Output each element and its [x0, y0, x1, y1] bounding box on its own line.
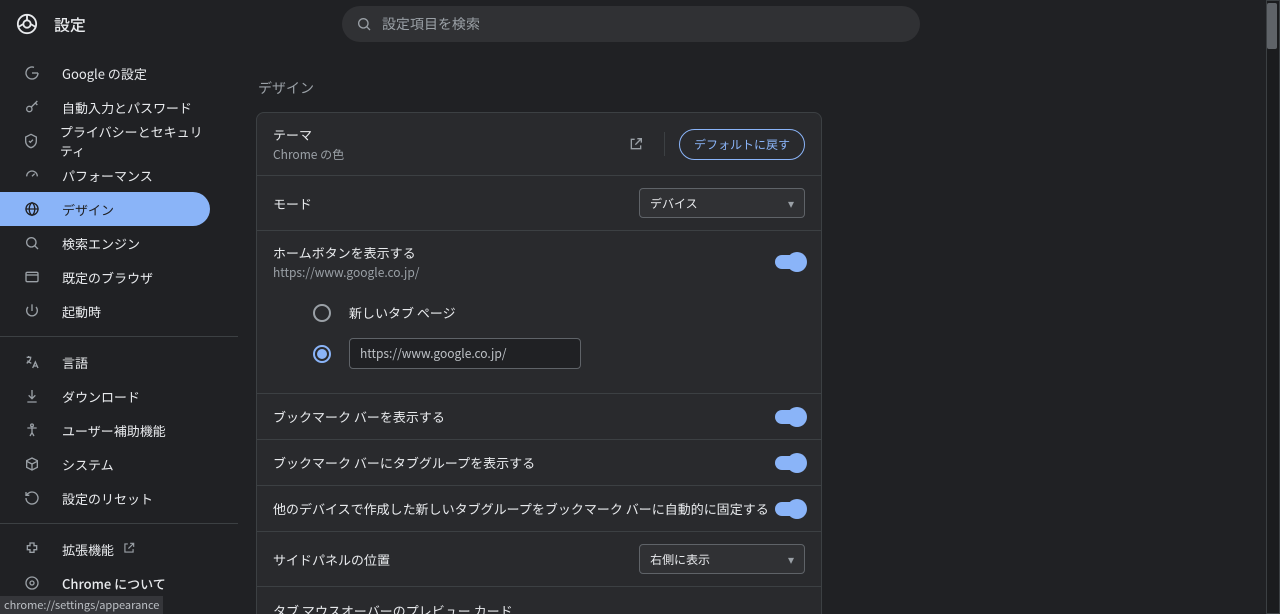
open-external-icon [122, 540, 136, 559]
caret-down-icon: ▾ [788, 551, 794, 568]
search-input[interactable] [382, 14, 906, 34]
hovercards-title: タブ マウスオーバーのプレビュー カード [257, 587, 821, 614]
sidebar-label: 設定のリセット [62, 489, 153, 508]
row-sidepanel: サイドパネルの位置 右側に表示 ▾ [257, 532, 821, 587]
divider [0, 523, 238, 524]
mode-label: モード [273, 194, 639, 213]
row-home: ホームボタンを表示する https://www.google.co.jp/ 新し… [257, 231, 821, 394]
shield-icon [22, 131, 40, 151]
sidebar-item-about[interactable]: Chrome について [0, 566, 210, 600]
sidebar-label: パフォーマンス [62, 166, 153, 185]
page-title: 設定 [54, 12, 86, 36]
radio-custom-row[interactable] [273, 330, 805, 377]
sidebar-item-accessibility[interactable]: ユーザー補助機能 [0, 413, 210, 447]
speed-icon [22, 165, 42, 185]
sidebar-label: 起動時 [62, 302, 101, 321]
sidebar-item-downloads[interactable]: ダウンロード [0, 379, 210, 413]
radio-newtab[interactable] [313, 304, 331, 322]
bookmarkbar-label: ブックマーク バーを表示する [273, 407, 775, 426]
search-icon [356, 16, 372, 32]
sidebar-item-search-engine[interactable]: 検索エンジン [0, 226, 210, 260]
content: デザイン テーマ Chrome の色 デフォルトに戻す モード [256, 48, 1280, 614]
sidebar-label: 拡張機能 [62, 540, 114, 559]
scrollbar-track[interactable] [1266, 0, 1280, 614]
sidebar-label: プライバシーとセキュリティ [60, 122, 210, 160]
search-bar[interactable] [342, 6, 920, 42]
home-url-input[interactable] [349, 338, 581, 369]
key-icon [22, 97, 42, 117]
translate-icon [22, 352, 42, 372]
divider [0, 336, 238, 337]
theme-label: テーマ [273, 125, 622, 144]
section-title: デザイン [258, 78, 822, 98]
radio-newtab-row[interactable]: 新しいタブ ページ [273, 295, 805, 330]
extension-icon [22, 539, 42, 559]
row-mode: モード デバイス ▾ [257, 176, 821, 231]
mode-select[interactable]: デバイス ▾ [639, 188, 805, 218]
sidebar: Google の設定 自動入力とパスワード プライバシーとセキュリティ パフォー… [0, 48, 256, 614]
sidebar-label: システム [62, 455, 114, 474]
caret-down-icon: ▾ [788, 195, 794, 212]
divider [664, 132, 665, 156]
mode-value: デバイス [650, 195, 698, 212]
bookmarkbar-toggle[interactable] [775, 410, 805, 424]
sidebar-item-extensions[interactable]: 拡張機能 [0, 532, 210, 566]
reset-theme-button[interactable]: デフォルトに戻す [679, 129, 805, 160]
chrome-icon [22, 573, 42, 593]
palette-icon [22, 199, 42, 219]
row-tabgroups: ブックマーク バーにタブグループを表示する [257, 440, 821, 486]
autopin-toggle[interactable] [775, 502, 805, 516]
theme-sub: Chrome の色 [273, 146, 622, 163]
sidebar-label: 自動入力とパスワード [62, 98, 192, 117]
tabgroups-toggle[interactable] [775, 456, 805, 470]
search-nav-icon [22, 233, 42, 253]
sidebar-label: ダウンロード [62, 387, 140, 406]
browser-icon [22, 267, 42, 287]
settings-card: テーマ Chrome の色 デフォルトに戻す モード デバイス ▾ [256, 112, 822, 614]
power-icon [22, 301, 42, 321]
chrome-logo-icon [16, 13, 38, 35]
sidepanel-value: 右側に表示 [650, 551, 710, 568]
sidepanel-select[interactable]: 右側に表示 ▾ [639, 544, 805, 574]
autopin-label: 他のデバイスで作成した新しいタブグループをブックマーク バーに自動的に固定する [273, 499, 775, 518]
sidebar-item-startup[interactable]: 起動時 [0, 294, 210, 328]
home-label: ホームボタンを表示する [273, 243, 775, 262]
radio-newtab-label: 新しいタブ ページ [349, 303, 456, 322]
radio-custom[interactable] [313, 345, 331, 363]
row-bookmarkbar: ブックマーク バーを表示する [257, 394, 821, 440]
row-autopin: 他のデバイスで作成した新しいタブグループをブックマーク バーに自動的に固定する [257, 486, 821, 532]
download-icon [22, 386, 42, 406]
sidebar-label: 言語 [62, 353, 88, 372]
google-icon [22, 63, 42, 83]
tabgroups-label: ブックマーク バーにタブグループを表示する [273, 453, 775, 472]
open-theme-icon[interactable] [622, 130, 650, 158]
sidebar-label: デザイン [62, 200, 114, 219]
home-toggle[interactable] [775, 255, 805, 269]
sidebar-label: 既定のブラウザ [62, 268, 153, 287]
row-theme: テーマ Chrome の色 デフォルトに戻す [257, 113, 821, 176]
sidebar-item-performance[interactable]: パフォーマンス [0, 158, 210, 192]
sidepanel-label: サイドパネルの位置 [273, 550, 639, 569]
accessibility-icon [22, 420, 42, 440]
sidebar-item-privacy[interactable]: プライバシーとセキュリティ [0, 124, 210, 158]
sidebar-item-google[interactable]: Google の設定 [0, 56, 210, 90]
sidebar-label: ユーザー補助機能 [62, 421, 166, 440]
sidebar-item-appearance[interactable]: デザイン [0, 192, 210, 226]
reset-icon [22, 488, 42, 508]
sidebar-item-autofill[interactable]: 自動入力とパスワード [0, 90, 210, 124]
sidebar-item-languages[interactable]: 言語 [0, 345, 210, 379]
system-icon [22, 454, 42, 474]
sidebar-label: 検索エンジン [62, 234, 140, 253]
sidebar-label: Chrome について [62, 574, 166, 593]
sidebar-item-default-browser[interactable]: 既定のブラウザ [0, 260, 210, 294]
sidebar-label: Google の設定 [62, 64, 147, 83]
status-bar: chrome://settings/appearance [0, 596, 163, 614]
sidebar-item-reset[interactable]: 設定のリセット [0, 481, 210, 515]
sidebar-item-system[interactable]: システム [0, 447, 210, 481]
scrollbar-thumb[interactable] [1267, 3, 1277, 49]
home-sub: https://www.google.co.jp/ [273, 264, 775, 281]
